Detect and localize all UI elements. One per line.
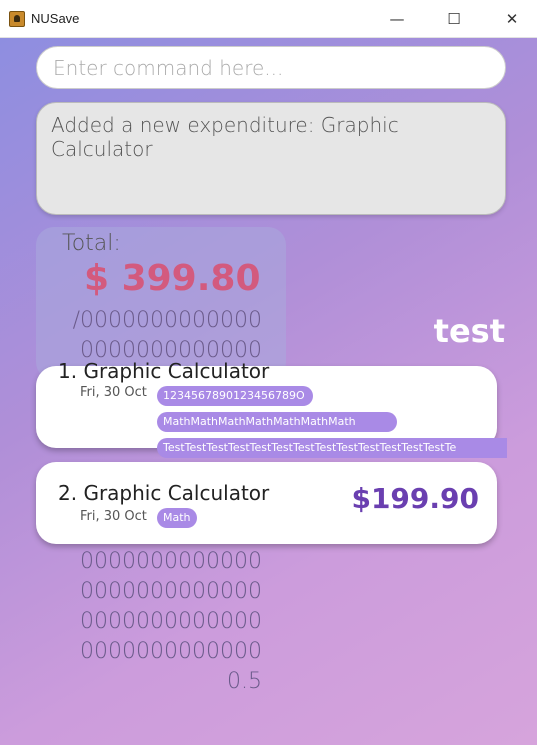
app-icon <box>9 11 25 27</box>
tag: TestTestTestTestTestTestTestTestTestTest… <box>157 438 507 458</box>
budget-line: /0000000000000 <box>72 308 262 333</box>
budget-line: 0000000000000 <box>80 549 262 574</box>
close-button[interactable]: ✕ <box>489 0 535 38</box>
window-title: NUSave <box>31 11 80 26</box>
tag: Math <box>157 508 197 528</box>
expenditure-name: 1. Graphic Calculator <box>58 359 270 383</box>
main-panel: Enter command here... Added a new expend… <box>0 38 537 745</box>
total-amount: $ 399.80 <box>84 258 261 299</box>
expenditure-date: Fri, 30 Oct <box>80 385 147 400</box>
tag: 1234567890123456789O <box>157 386 313 406</box>
title-bar: NUSave — ☐ ✕ <box>0 0 537 38</box>
result-display: Added a new expenditure: Graphic Calcula… <box>36 102 506 215</box>
budget-line: 0000000000000 <box>80 579 262 604</box>
command-input[interactable]: Enter command here... <box>36 46 506 89</box>
expenditure-amount: $199.90 <box>351 482 479 515</box>
maximize-button[interactable]: ☐ <box>431 0 477 38</box>
sheet-name: test <box>433 312 505 350</box>
minimize-button[interactable]: — <box>374 0 420 38</box>
total-label: Total: <box>62 231 121 256</box>
budget-line: 0000000000000 <box>80 639 262 664</box>
budget-line: 0000000000000 <box>80 609 262 634</box>
tag: MathMathMathMathMathMathMath <box>157 412 397 432</box>
expenditure-date: Fri, 30 Oct <box>80 509 147 524</box>
budget-line: 0.5 <box>227 669 262 694</box>
expenditure-name: 2. Graphic Calculator <box>58 481 270 505</box>
